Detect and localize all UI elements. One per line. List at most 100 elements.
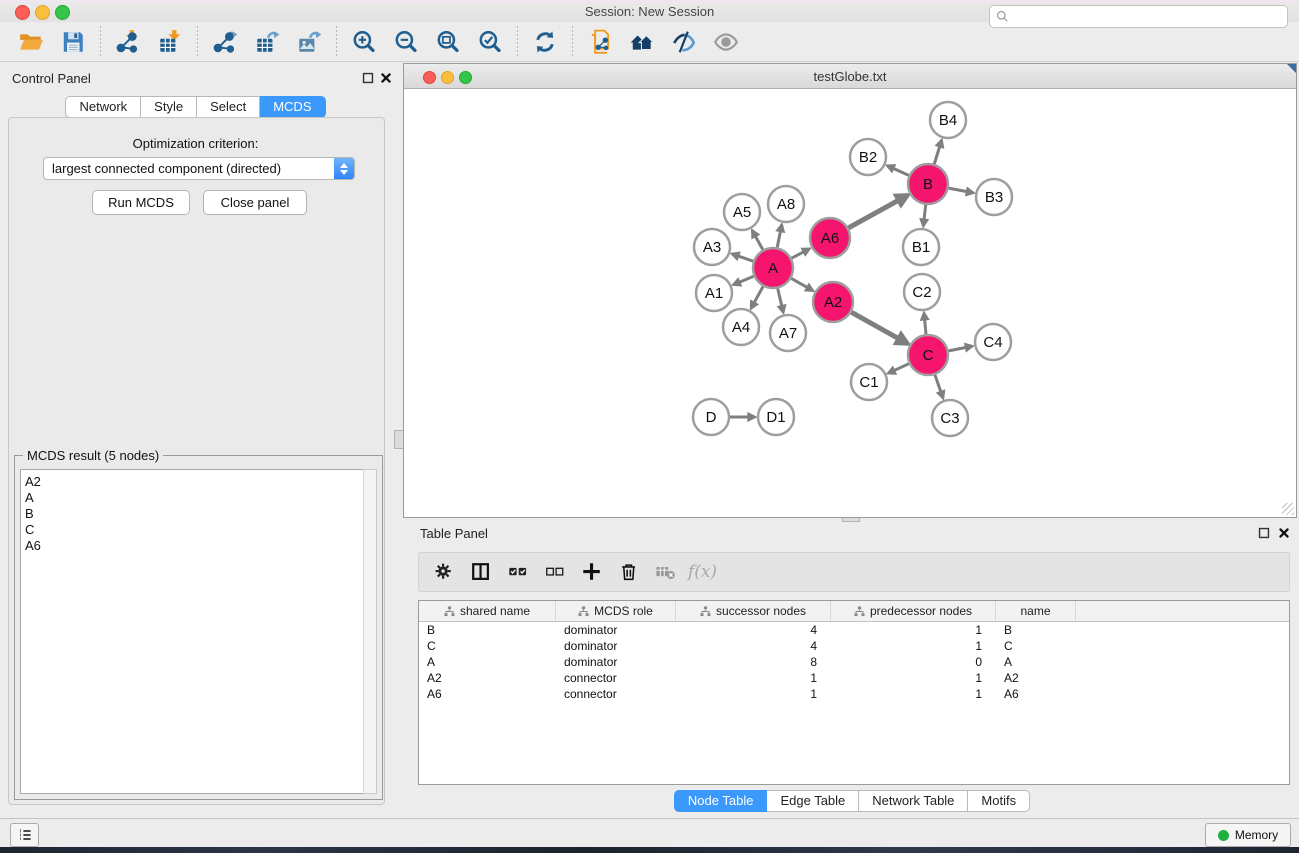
column-header-name[interactable]: name bbox=[996, 601, 1076, 621]
edge-A6-B[interactable] bbox=[848, 195, 908, 228]
node-A4[interactable]: A4 bbox=[723, 309, 759, 345]
column-header-shared-name[interactable]: shared name bbox=[419, 601, 556, 621]
node-B3[interactable]: B3 bbox=[976, 179, 1012, 215]
delete-columns-icon[interactable] bbox=[610, 556, 647, 588]
edge-C-C3[interactable] bbox=[935, 375, 943, 398]
node-C2[interactable]: C2 bbox=[904, 274, 940, 310]
table-cell[interactable]: B bbox=[419, 622, 556, 638]
table-cell[interactable]: 1 bbox=[676, 670, 831, 686]
node-B[interactable]: B bbox=[908, 164, 948, 204]
select-all-icon[interactable] bbox=[499, 556, 536, 588]
tab-node-table[interactable]: Node Table bbox=[674, 790, 768, 812]
optimization-criterion-select[interactable]: largest connected component (directed) bbox=[43, 157, 355, 180]
node-B1[interactable]: B1 bbox=[903, 229, 939, 265]
table-cell[interactable]: 1 bbox=[831, 638, 996, 654]
tab-edge-table[interactable]: Edge Table bbox=[767, 790, 859, 812]
node-C[interactable]: C bbox=[908, 335, 948, 375]
result-scrollbar[interactable] bbox=[363, 469, 377, 794]
float-panel-icon[interactable] bbox=[360, 70, 376, 86]
zoom-fit-icon[interactable] bbox=[427, 25, 469, 59]
table-cell[interactable]: connector bbox=[556, 686, 676, 702]
node-A[interactable]: A bbox=[753, 248, 793, 288]
home-icon[interactable] bbox=[621, 25, 663, 59]
export-image-icon[interactable] bbox=[288, 25, 330, 59]
add-column-icon[interactable] bbox=[573, 556, 610, 588]
search-field[interactable] bbox=[989, 5, 1288, 28]
table-row[interactable]: Bdominator41B bbox=[419, 622, 1289, 638]
import-table-icon[interactable] bbox=[149, 25, 191, 59]
edge-C-C4[interactable] bbox=[949, 346, 973, 351]
deselect-all-icon[interactable] bbox=[536, 556, 573, 588]
edge-A-A1[interactable] bbox=[733, 276, 753, 285]
edge-A-A4[interactable] bbox=[751, 287, 763, 309]
network-window-titlebar[interactable]: testGlobe.txt bbox=[404, 64, 1296, 89]
edge-A-A6[interactable] bbox=[792, 249, 810, 259]
network-graph-canvas[interactable]: AA6A2BCA1A3A4A5A7A8B1B2B3B4C1C2C3C4DD1 bbox=[404, 88, 1296, 517]
window-resize-grip[interactable] bbox=[1282, 503, 1294, 515]
tab-network-table[interactable]: Network Table bbox=[859, 790, 968, 812]
result-item[interactable]: A2 bbox=[25, 474, 364, 490]
close-panel-button[interactable]: Close panel bbox=[203, 190, 307, 215]
edge-B-B2[interactable] bbox=[887, 166, 909, 176]
table-cell[interactable]: dominator bbox=[556, 638, 676, 654]
zoom-out-icon[interactable] bbox=[385, 25, 427, 59]
settings-icon[interactable] bbox=[425, 556, 462, 588]
result-item[interactable]: A6 bbox=[25, 538, 364, 554]
table-cell[interactable]: 1 bbox=[831, 670, 996, 686]
tab-network[interactable]: Network bbox=[65, 96, 141, 118]
export-network-icon[interactable] bbox=[204, 25, 246, 59]
edge-C-C2[interactable] bbox=[924, 313, 926, 334]
node-A5[interactable]: A5 bbox=[724, 194, 760, 230]
table-close-panel-icon[interactable] bbox=[1276, 525, 1292, 541]
result-item[interactable]: B bbox=[25, 506, 364, 522]
node-D1[interactable]: D1 bbox=[758, 399, 794, 435]
table-cell[interactable]: dominator bbox=[556, 654, 676, 670]
node-C4[interactable]: C4 bbox=[975, 324, 1011, 360]
edge-A-A7[interactable] bbox=[778, 289, 784, 313]
column-header-MCDS-role[interactable]: MCDS role bbox=[556, 601, 676, 621]
table-cell[interactable]: A bbox=[419, 654, 556, 670]
table-float-panel-icon[interactable] bbox=[1256, 525, 1272, 541]
table-cell[interactable]: dominator bbox=[556, 622, 676, 638]
table-cell[interactable]: C bbox=[996, 638, 1076, 654]
table-cell[interactable]: A2 bbox=[996, 670, 1076, 686]
table-row[interactable]: Adominator80A bbox=[419, 654, 1289, 670]
table-cell[interactable]: 1 bbox=[676, 686, 831, 702]
table-cell[interactable]: connector bbox=[556, 670, 676, 686]
tab-select[interactable]: Select bbox=[197, 96, 260, 118]
column-header-predecessor-nodes[interactable]: predecessor nodes bbox=[831, 601, 996, 621]
table-cell[interactable]: A bbox=[996, 654, 1076, 670]
zoom-in-icon[interactable] bbox=[343, 25, 385, 59]
node-B2[interactable]: B2 bbox=[850, 139, 886, 175]
edge-B-B1[interactable] bbox=[923, 205, 925, 226]
edge-C-C1[interactable] bbox=[888, 364, 909, 374]
table-row[interactable]: Cdominator41C bbox=[419, 638, 1289, 654]
edge-A-A5[interactable] bbox=[752, 230, 763, 249]
network-from-file-icon[interactable] bbox=[579, 25, 621, 59]
mcds-result-list[interactable]: A2ABCA6 bbox=[20, 469, 365, 794]
node-C3[interactable]: C3 bbox=[932, 400, 968, 436]
node-A6[interactable]: A6 bbox=[810, 218, 850, 258]
table-cell[interactable]: 1 bbox=[831, 622, 996, 638]
tab-motifs[interactable]: Motifs bbox=[968, 790, 1030, 812]
node-A3[interactable]: A3 bbox=[694, 229, 730, 265]
task-history-button[interactable] bbox=[10, 823, 39, 847]
edge-A-A8[interactable] bbox=[777, 225, 782, 248]
node-A7[interactable]: A7 bbox=[770, 315, 806, 351]
open-file-icon[interactable] bbox=[10, 25, 52, 59]
table-cell[interactable]: 8 bbox=[676, 654, 831, 670]
close-panel-icon[interactable] bbox=[378, 70, 394, 86]
table-cell[interactable]: A2 bbox=[419, 670, 556, 686]
memory-button[interactable]: Memory bbox=[1205, 823, 1291, 847]
result-item[interactable]: A bbox=[25, 490, 364, 506]
hide-graphics-details-icon[interactable] bbox=[663, 25, 705, 59]
edge-A-A3[interactable] bbox=[732, 254, 753, 261]
search-input[interactable] bbox=[1009, 9, 1287, 25]
tab-style[interactable]: Style bbox=[141, 96, 197, 118]
node-C1[interactable]: C1 bbox=[851, 364, 887, 400]
table-cell[interactable]: 4 bbox=[676, 638, 831, 654]
tab-mcds[interactable]: MCDS bbox=[260, 96, 325, 118]
edge-B-B4[interactable] bbox=[934, 140, 941, 164]
node-A8[interactable]: A8 bbox=[768, 186, 804, 222]
table-row[interactable]: A2connector11A2 bbox=[419, 670, 1289, 686]
